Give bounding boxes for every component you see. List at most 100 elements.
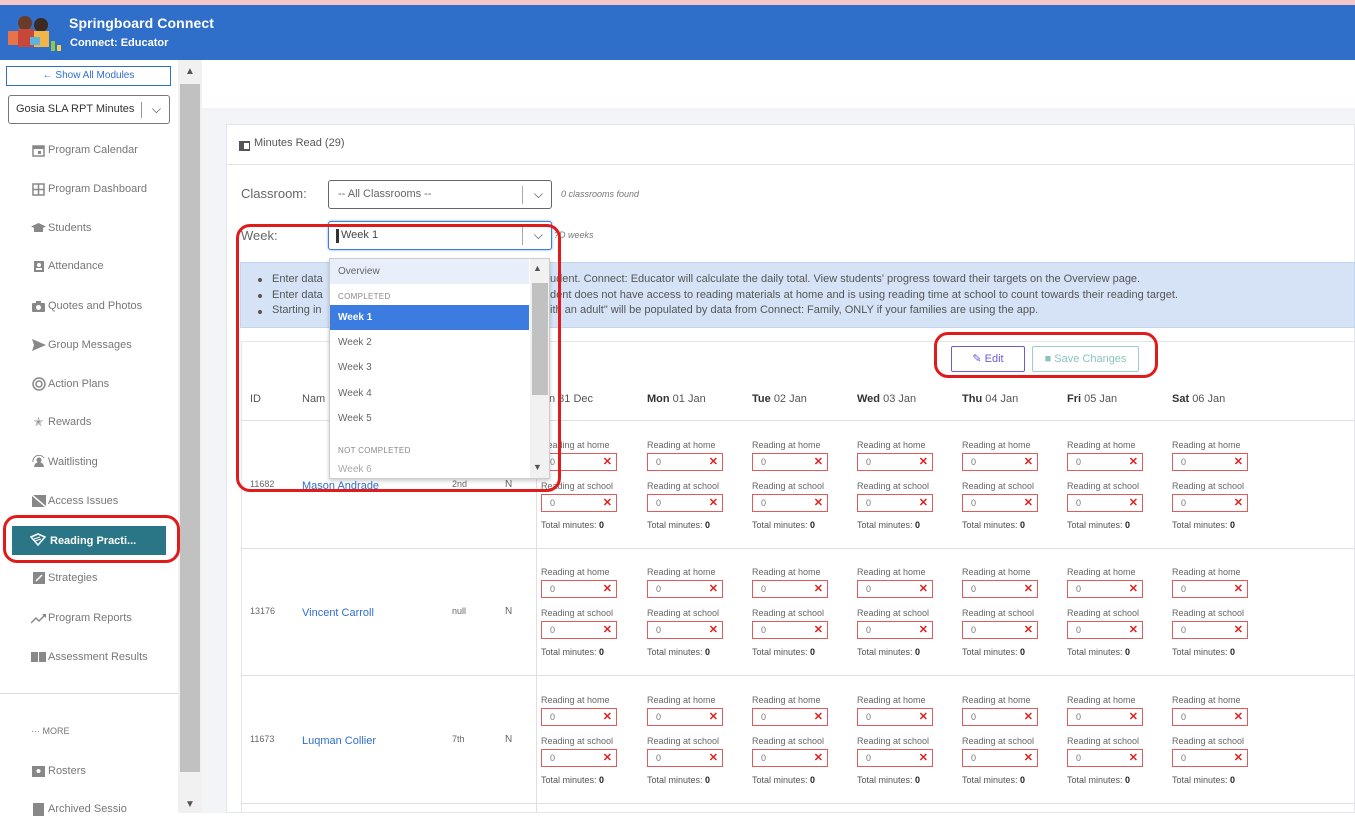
reading-at-school-input[interactable]: 0 ✕ bbox=[1067, 494, 1143, 512]
sidebar-item-access-issues[interactable]: Access Issues bbox=[31, 491, 118, 511]
reading-at-school-input[interactable]: 0 ✕ bbox=[962, 621, 1038, 639]
reading-at-school-input[interactable]: 0 ✕ bbox=[1067, 749, 1143, 767]
clear-icon[interactable]: ✕ bbox=[1234, 709, 1243, 725]
clear-icon[interactable]: ✕ bbox=[1024, 581, 1033, 597]
clear-icon[interactable]: ✕ bbox=[1129, 581, 1138, 597]
reading-at-school-input[interactable]: 0 ✕ bbox=[541, 494, 617, 512]
clear-icon[interactable]: ✕ bbox=[919, 709, 928, 725]
reading-at-home-input[interactable]: 0 ✕ bbox=[857, 708, 933, 726]
clear-icon[interactable]: ✕ bbox=[919, 581, 928, 597]
clear-icon[interactable]: ✕ bbox=[603, 454, 612, 470]
show-all-modules-button[interactable]: ← Show All Modules bbox=[6, 66, 171, 86]
clear-icon[interactable]: ✕ bbox=[814, 495, 823, 511]
clear-icon[interactable]: ✕ bbox=[919, 495, 928, 511]
reading-at-home-input[interactable]: 0 ✕ bbox=[1172, 580, 1248, 598]
reading-at-home-input[interactable]: 0 ✕ bbox=[647, 708, 723, 726]
reading-at-school-input[interactable]: 0 ✕ bbox=[647, 621, 723, 639]
sidebar-item-attendance[interactable]: Attendance bbox=[31, 256, 104, 276]
reading-at-home-input[interactable]: 0 ✕ bbox=[541, 580, 617, 598]
reading-at-home-input[interactable]: 0 ✕ bbox=[1067, 453, 1143, 471]
clear-icon[interactable]: ✕ bbox=[919, 622, 928, 638]
sidebar-item-program-dashboard[interactable]: Program Dashboard bbox=[31, 179, 147, 199]
clear-icon[interactable]: ✕ bbox=[814, 454, 823, 470]
scroll-down-arrow-icon[interactable]: ▼ bbox=[183, 799, 197, 811]
clear-icon[interactable]: ✕ bbox=[603, 495, 612, 511]
clear-icon[interactable]: ✕ bbox=[814, 581, 823, 597]
reading-at-school-input[interactable]: 0 ✕ bbox=[962, 494, 1038, 512]
student-name-link[interactable]: Vincent Carroll bbox=[302, 607, 374, 619]
reading-at-home-input[interactable]: 0 ✕ bbox=[752, 580, 828, 598]
reading-at-home-input[interactable]: 0 ✕ bbox=[857, 580, 933, 598]
clear-icon[interactable]: ✕ bbox=[603, 750, 612, 766]
clear-icon[interactable]: ✕ bbox=[919, 750, 928, 766]
reading-at-school-input[interactable]: 0 ✕ bbox=[857, 494, 933, 512]
sidebar-item-strategies[interactable]: Strategies bbox=[31, 568, 98, 588]
clear-icon[interactable]: ✕ bbox=[709, 622, 718, 638]
clear-icon[interactable]: ✕ bbox=[1024, 454, 1033, 470]
classroom-select[interactable]: -- All Classrooms -- ⌵ bbox=[328, 180, 552, 209]
clear-icon[interactable]: ✕ bbox=[603, 581, 612, 597]
reading-at-school-input[interactable]: 0 ✕ bbox=[1172, 494, 1248, 512]
sidebar-item-assessment-results[interactable]: Assessment Results bbox=[31, 647, 148, 667]
reading-at-school-input[interactable]: 0 ✕ bbox=[752, 494, 828, 512]
clear-icon[interactable]: ✕ bbox=[1129, 622, 1138, 638]
clear-icon[interactable]: ✕ bbox=[919, 454, 928, 470]
reading-at-school-input[interactable]: 0 ✕ bbox=[962, 749, 1038, 767]
sidebar-item-rewards[interactable]: ✭ Rewards bbox=[31, 412, 91, 432]
sidebar-scroll-thumb[interactable] bbox=[180, 84, 200, 772]
reading-at-school-input[interactable]: 0 ✕ bbox=[1172, 749, 1248, 767]
reading-at-school-input[interactable]: 0 ✕ bbox=[1067, 621, 1143, 639]
reading-at-home-input[interactable]: 0 ✕ bbox=[962, 580, 1038, 598]
reading-at-home-input[interactable]: 0 ✕ bbox=[1067, 708, 1143, 726]
clear-icon[interactable]: ✕ bbox=[603, 709, 612, 725]
module-select[interactable]: Gosia SLA RPT Minutes ⌵ bbox=[8, 95, 170, 124]
scroll-up-arrow-icon[interactable]: ▲ bbox=[183, 66, 197, 78]
reading-at-home-input[interactable]: 0 ✕ bbox=[962, 708, 1038, 726]
reading-at-school-input[interactable]: 0 ✕ bbox=[541, 621, 617, 639]
clear-icon[interactable]: ✕ bbox=[709, 709, 718, 725]
sidebar-item-waitlisting[interactable]: Waitlisting bbox=[31, 452, 98, 472]
clear-icon[interactable]: ✕ bbox=[709, 495, 718, 511]
reading-at-home-input[interactable]: 0 ✕ bbox=[1172, 453, 1248, 471]
clear-icon[interactable]: ✕ bbox=[1234, 581, 1243, 597]
clear-icon[interactable]: ✕ bbox=[814, 622, 823, 638]
clear-icon[interactable]: ✕ bbox=[1234, 750, 1243, 766]
clear-icon[interactable]: ✕ bbox=[603, 622, 612, 638]
sidebar-item-program-reports[interactable]: Program Reports bbox=[31, 608, 132, 628]
reading-at-school-input[interactable]: 0 ✕ bbox=[541, 749, 617, 767]
clear-icon[interactable]: ✕ bbox=[1024, 495, 1033, 511]
reading-at-home-input[interactable]: 0 ✕ bbox=[752, 708, 828, 726]
clear-icon[interactable]: ✕ bbox=[709, 454, 718, 470]
sidebar-item-quotes-and-photos[interactable]: Quotes and Photos bbox=[31, 296, 142, 316]
sidebar-item-students[interactable]: Students bbox=[31, 218, 91, 238]
reading-at-home-input[interactable]: 0 ✕ bbox=[647, 453, 723, 471]
reading-at-school-input[interactable]: 0 ✕ bbox=[857, 621, 933, 639]
sidebar-item-program-calendar[interactable]: Program Calendar bbox=[31, 140, 138, 160]
reading-at-home-input[interactable]: 0 ✕ bbox=[541, 708, 617, 726]
reading-at-home-input[interactable]: 0 ✕ bbox=[647, 580, 723, 598]
reading-at-school-input[interactable]: 0 ✕ bbox=[647, 494, 723, 512]
sidebar-item-group-messages[interactable]: Group Messages bbox=[31, 335, 132, 355]
reading-at-home-input[interactable]: 0 ✕ bbox=[962, 453, 1038, 471]
reading-at-home-input[interactable]: 0 ✕ bbox=[857, 453, 933, 471]
clear-icon[interactable]: ✕ bbox=[1234, 622, 1243, 638]
reading-at-school-input[interactable]: 0 ✕ bbox=[752, 621, 828, 639]
clear-icon[interactable]: ✕ bbox=[814, 709, 823, 725]
clear-icon[interactable]: ✕ bbox=[1129, 709, 1138, 725]
sidebar-item-archived-sessions[interactable]: Archived Sessio bbox=[31, 799, 127, 819]
clear-icon[interactable]: ✕ bbox=[709, 581, 718, 597]
reading-at-school-input[interactable]: 0 ✕ bbox=[752, 749, 828, 767]
clear-icon[interactable]: ✕ bbox=[709, 750, 718, 766]
sidebar-item-rosters[interactable]: Rosters bbox=[31, 761, 86, 781]
clear-icon[interactable]: ✕ bbox=[814, 750, 823, 766]
reading-at-home-input[interactable]: 0 ✕ bbox=[752, 453, 828, 471]
reading-at-home-input[interactable]: 0 ✕ bbox=[1067, 580, 1143, 598]
reading-at-school-input[interactable]: 0 ✕ bbox=[647, 749, 723, 767]
clear-icon[interactable]: ✕ bbox=[1129, 454, 1138, 470]
clear-icon[interactable]: ✕ bbox=[1234, 495, 1243, 511]
reading-at-school-input[interactable]: 0 ✕ bbox=[857, 749, 933, 767]
clear-icon[interactable]: ✕ bbox=[1129, 495, 1138, 511]
clear-icon[interactable]: ✕ bbox=[1024, 622, 1033, 638]
clear-icon[interactable]: ✕ bbox=[1024, 709, 1033, 725]
reading-at-school-input[interactable]: 0 ✕ bbox=[1172, 621, 1248, 639]
